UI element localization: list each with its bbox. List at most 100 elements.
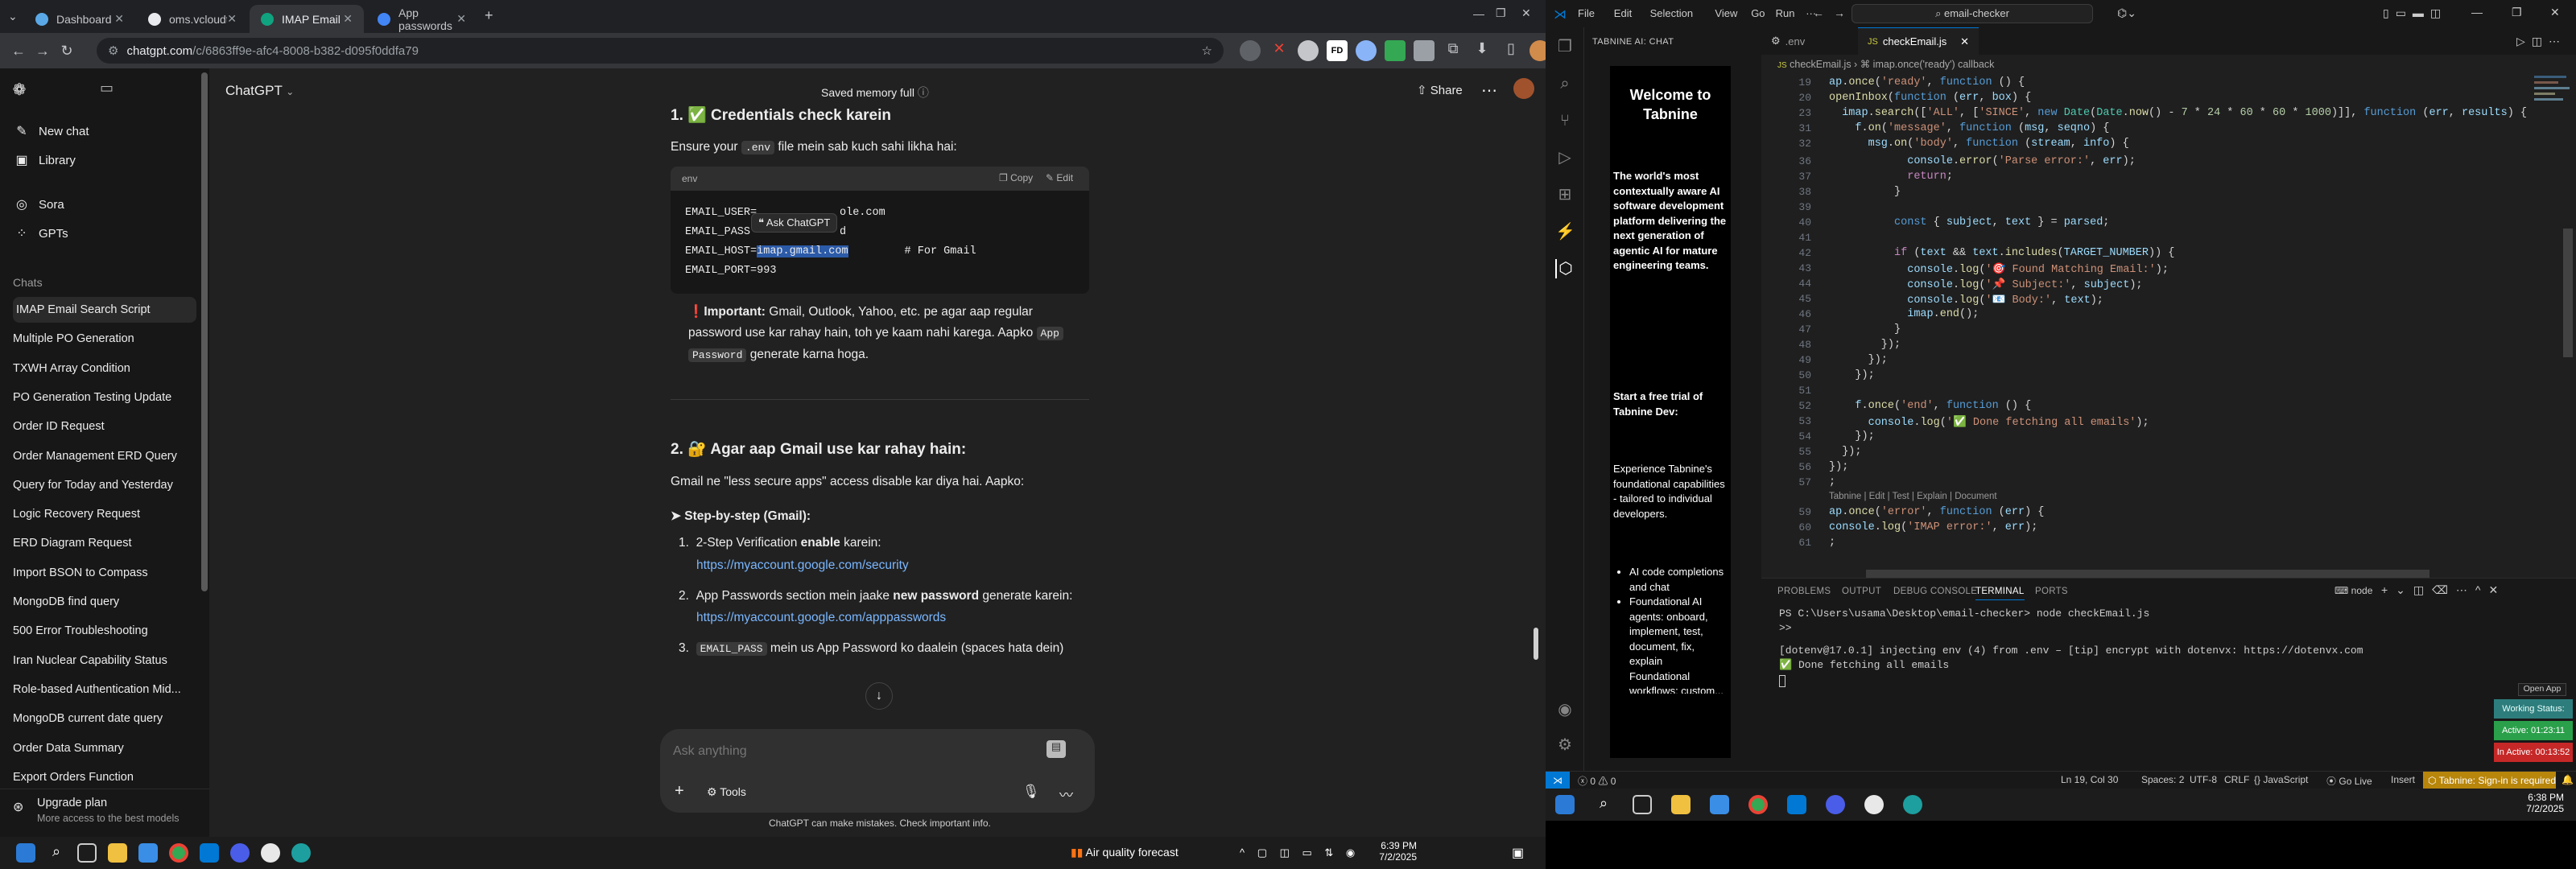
profile-avatar[interactable]: [1530, 40, 1546, 61]
apppasswords-link[interactable]: https://myaccount.google.com/apppassword…: [696, 611, 946, 624]
chrome-icon[interactable]: [169, 843, 188, 863]
extensions-puzzle-icon[interactable]: ⧉: [1443, 40, 1463, 61]
microphone-icon[interactable]: 🎙: [1022, 784, 1040, 800]
tabnine-status[interactable]: ⬡ Tabnine: Sign-in is required: [2423, 772, 2556, 789]
close-icon[interactable]: ✕: [456, 12, 466, 26]
indentation[interactable]: Spaces: 2: [2141, 774, 2184, 785]
terminal-actions[interactable]: +⌄◫⌫⋯^✕: [2381, 583, 2506, 597]
task-view-icon[interactable]: [1633, 795, 1652, 814]
chat-history-item[interactable]: PO Generation Testing Update: [13, 389, 196, 406]
copy-button[interactable]: ❐ Copy: [999, 172, 1033, 183]
saved-memory-banner[interactable]: Saved memory full ⓘ: [821, 84, 929, 101]
tab-env[interactable]: ⚙ .env: [1761, 27, 1858, 55]
chat-history-item[interactable]: Order Management ERD Query: [13, 448, 196, 464]
extension-circle-icon[interactable]: [1298, 40, 1319, 61]
more-options-icon[interactable]: ⋯: [1481, 80, 1497, 101]
tab-debug-console[interactable]: DEBUG CONSOLE: [1893, 587, 1977, 596]
settings-gear-icon[interactable]: ⚙: [1555, 735, 1575, 755]
clock[interactable]: 6:39 PM 7/2/2025: [1360, 840, 1417, 863]
tray-icons[interactable]: ^ ▢ ◫ ▭ ⇅ ◉: [1240, 846, 1360, 859]
bookmark-star-icon[interactable]: ☆: [1202, 43, 1212, 58]
chat-history-item[interactable]: IMAP Email Search Script: [13, 297, 196, 323]
encoding[interactable]: UTF-8: [2190, 774, 2217, 785]
main-scrollbar[interactable]: [1534, 628, 1538, 660]
extension-fd-icon[interactable]: FD: [1327, 40, 1348, 61]
reload-icon[interactable]: ↻: [56, 41, 77, 60]
search-icon[interactable]: ⌕: [1594, 795, 1613, 814]
new-tab-icon[interactable]: +: [485, 7, 493, 24]
chat-history-item[interactable]: MongoDB find query: [13, 594, 196, 610]
extension-grey-icon[interactable]: [1414, 40, 1435, 61]
sidepanel-icon[interactable]: ▯: [1501, 40, 1521, 61]
menu-item[interactable]: View: [1715, 7, 1737, 19]
remote-icon[interactable]: ⋊: [1546, 772, 1570, 789]
codelens[interactable]: Tabnine | Edit | Test | Explain | Docume…: [1829, 492, 1997, 501]
editor-actions[interactable]: ▷◫⋯: [2516, 35, 2566, 48]
zoom-icon[interactable]: [1826, 795, 1845, 814]
chat-history-item[interactable]: Iran Nuclear Capability Status: [13, 653, 196, 669]
site-info-icon[interactable]: ⚙: [108, 43, 118, 58]
address-bar[interactable]: ⚙ chatgpt.com/c/6863ff9e-afc4-8008-b382-…: [97, 38, 1224, 64]
browser-tab-imap[interactable]: IMAP Email Search Script ✕: [250, 5, 364, 33]
go-live-button[interactable]: ⦿ Go Live: [2326, 774, 2372, 788]
incognito-icon[interactable]: [1240, 40, 1261, 61]
file-explorer-icon[interactable]: [1671, 795, 1690, 814]
tab-problems[interactable]: PROBLEMS: [1777, 587, 1831, 596]
download-icon[interactable]: ⬇: [1472, 40, 1492, 61]
clock[interactable]: 6:38 PM 7/2/2025: [2508, 792, 2564, 814]
tracker-icon[interactable]: [291, 843, 311, 863]
close-icon[interactable]: ✕: [227, 12, 237, 26]
extension-blue-icon[interactable]: [1356, 40, 1377, 61]
chat-history-item[interactable]: Order Data Summary: [13, 740, 196, 756]
explorer-icon[interactable]: ❐: [1555, 37, 1575, 56]
tracker-icon[interactable]: [1903, 795, 1922, 814]
browser-tab-app-passwords[interactable]: App passwords ✕: [366, 5, 477, 33]
copilot-icon[interactable]: ⌬⌄: [2117, 6, 2136, 20]
chat-history-item[interactable]: ERD Diagram Request: [13, 535, 196, 551]
search-icon[interactable]: ⌕: [1555, 74, 1575, 93]
minimize-icon[interactable]: —: [2471, 6, 2483, 19]
vscode-icon[interactable]: [200, 843, 219, 863]
sidebar-scrollbar[interactable]: [201, 72, 208, 591]
voice-mode-icon[interactable]: 〰: [1059, 784, 1073, 804]
menu-item[interactable]: Selection: [1650, 7, 1693, 19]
chat-history-item[interactable]: Query for Today and Yesterday: [13, 477, 196, 493]
close-window-icon[interactable]: ✕: [2550, 6, 2560, 19]
tabnine-icon[interactable]: ⬡: [1555, 259, 1575, 278]
problems-indicator[interactable]: ⓧ 0 ⚠ 0: [1578, 774, 1616, 788]
nav-forward-icon[interactable]: →: [1834, 6, 1845, 19]
chat-history-item[interactable]: Multiple PO Generation: [13, 331, 196, 347]
close-icon[interactable]: ✕: [114, 12, 124, 26]
attach-plus-icon[interactable]: +: [675, 782, 684, 801]
horizontal-scrollbar[interactable]: [1866, 570, 2429, 578]
menu-item[interactable]: File: [1578, 7, 1595, 19]
toggle-sidebar-icon[interactable]: ▭: [100, 80, 114, 97]
library-button[interactable]: ▣ Library: [11, 146, 198, 174]
chat-history-item[interactable]: Import BSON to Compass: [13, 565, 196, 581]
openai-logo-icon[interactable]: ❁: [10, 80, 29, 99]
language-mode[interactable]: {} JavaScript: [2254, 774, 2308, 785]
search-icon[interactable]: ⌕: [47, 843, 66, 863]
minimap[interactable]: [2534, 72, 2574, 145]
close-icon[interactable]: ✕: [1960, 35, 1969, 48]
breadcrumb[interactable]: JS checkEmail.js › ⌘ imap.once('ready') …: [1777, 58, 1994, 70]
menu-item[interactable]: Go: [1751, 7, 1765, 19]
insert-mode[interactable]: Insert: [2391, 774, 2415, 785]
ask-chatgpt-tooltip[interactable]: ❝ Ask ChatGPT: [751, 213, 838, 233]
edit-button[interactable]: ✎ Edit: [1046, 172, 1073, 183]
menu-item[interactable]: Edit: [1614, 7, 1632, 19]
tab-ports[interactable]: PORTS: [2035, 587, 2068, 596]
share-button[interactable]: ⇧ Share: [1417, 83, 1463, 97]
scroll-down-button[interactable]: ↓: [865, 682, 893, 710]
sora-button[interactable]: ◎ Sora: [11, 191, 198, 218]
restore-icon[interactable]: ❐: [2512, 6, 2522, 19]
file-explorer-icon[interactable]: [108, 843, 127, 863]
extension-chip-icon[interactable]: ▤: [1046, 740, 1066, 758]
chat-history-item[interactable]: Order ID Request: [13, 418, 196, 434]
chat-history-item[interactable]: MongoDB current date query: [13, 710, 196, 727]
chat-history-item[interactable]: 500 Error Troubleshooting: [13, 623, 196, 639]
tab-search-icon[interactable]: ⌄: [8, 10, 18, 23]
run-debug-icon[interactable]: ▷: [1555, 148, 1575, 167]
layout-icons[interactable]: ▯▭▬◫: [2383, 6, 2447, 20]
restore-icon[interactable]: ❐: [1496, 6, 1506, 20]
